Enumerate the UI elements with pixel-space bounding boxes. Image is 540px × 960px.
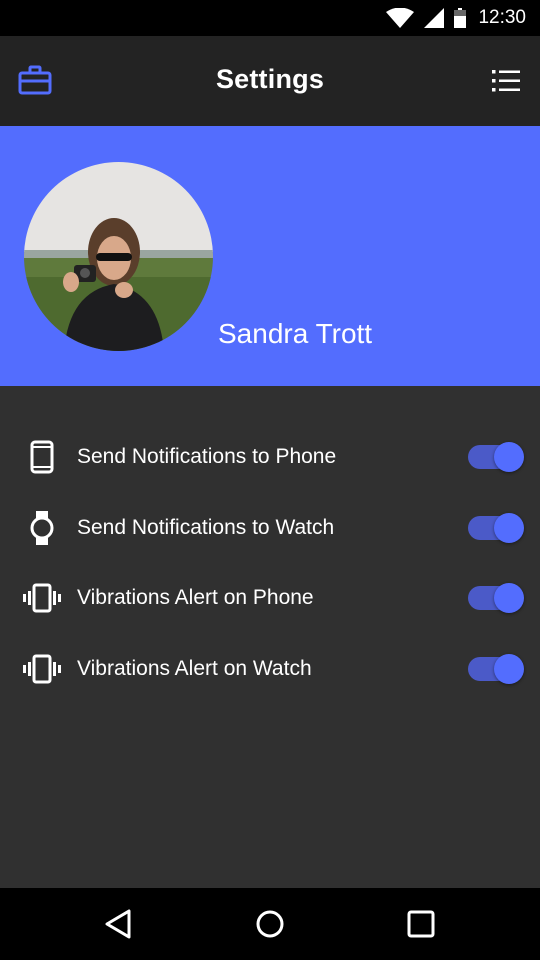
setting-label: Send Notifications to Phone [77, 445, 337, 468]
setting-label: Send Notifications to Watch [77, 516, 335, 539]
status-time: 12:30 [478, 7, 526, 28]
profile-header: Sandra Trott [0, 126, 540, 386]
home-icon[interactable] [254, 908, 286, 940]
avatar[interactable] [24, 162, 213, 351]
briefcase-icon[interactable] [18, 64, 52, 98]
vibration-watch-toggle[interactable] [468, 652, 526, 686]
setting-notifications-phone[interactable]: Send Notifications to Phone [0, 427, 540, 487]
page-title: Settings [215, 64, 325, 94]
cell-signal-icon [424, 8, 445, 28]
toggle-thumb [494, 442, 524, 472]
status-bar: 12:30 [0, 0, 540, 36]
battery-icon [454, 8, 467, 28]
setting-vibration-phone[interactable]: Vibrations Alert on Phone [0, 568, 540, 628]
profile-name: Sandra Trott [218, 318, 373, 349]
notifications-phone-toggle[interactable] [468, 440, 526, 474]
setting-label: Vibrations Alert on Watch [77, 657, 312, 680]
app-bar: Settings [0, 36, 540, 126]
setting-notifications-watch[interactable]: Send Notifications to Watch [0, 498, 540, 558]
vibration-icon [22, 651, 62, 687]
setting-label: Vibrations Alert on Phone [77, 586, 314, 609]
toggle-thumb [494, 654, 524, 684]
settings-list: Send Notifications to Phone Send Notific… [0, 386, 540, 888]
watch-icon [22, 510, 62, 546]
navigation-bar [0, 888, 540, 960]
toggle-thumb [494, 583, 524, 613]
wifi-icon [386, 8, 415, 28]
back-icon[interactable] [103, 908, 135, 940]
vibration-phone-toggle[interactable] [468, 581, 526, 615]
notifications-watch-toggle[interactable] [468, 511, 526, 545]
vibration-icon [22, 580, 62, 616]
status-icons [386, 8, 467, 28]
list-menu-icon[interactable] [490, 65, 522, 97]
recents-icon[interactable] [405, 908, 437, 940]
setting-vibration-watch[interactable]: Vibrations Alert on Watch [0, 639, 540, 699]
phone-icon [22, 439, 62, 475]
toggle-thumb [494, 513, 524, 543]
